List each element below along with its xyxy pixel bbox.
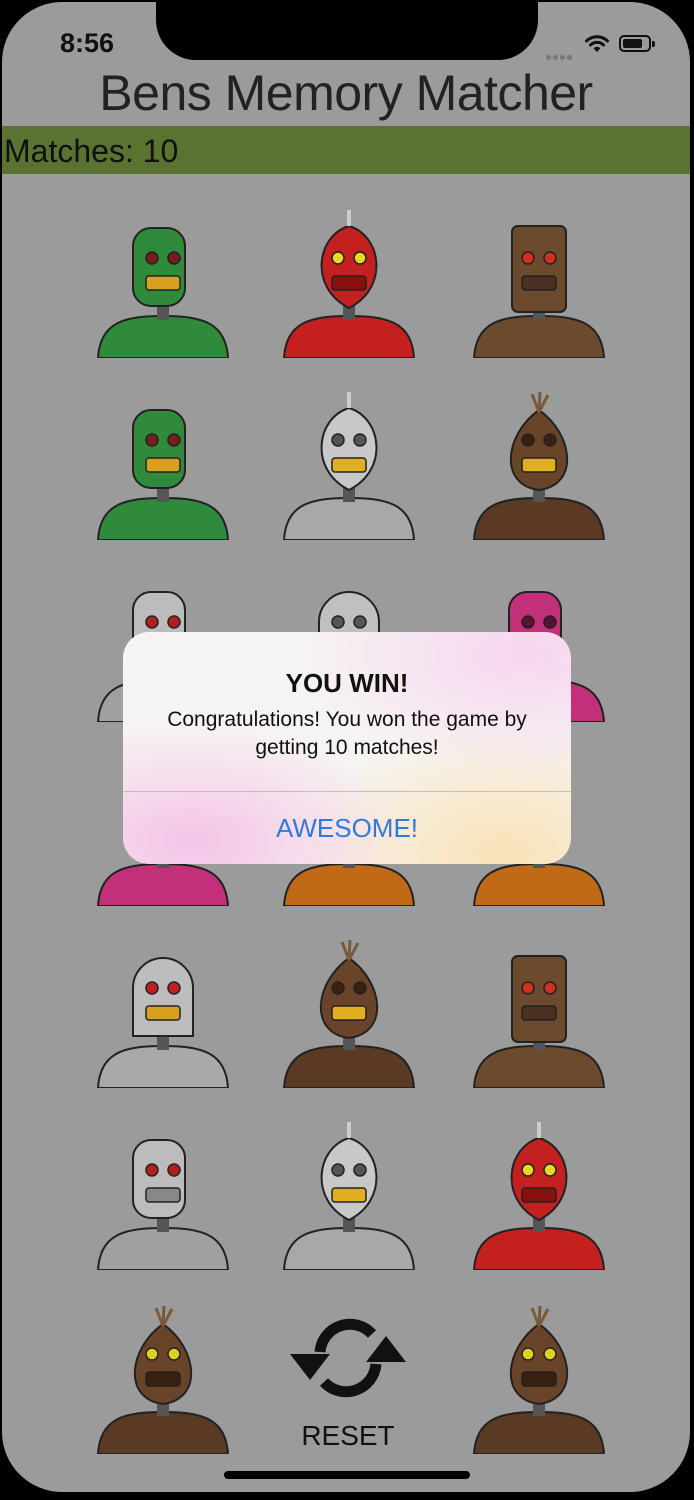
- brown-sprout-robot-image: [472, 1305, 606, 1454]
- card-brown-onion-robot[interactable]: [454, 390, 624, 540]
- red-robot-image: [282, 210, 416, 358]
- red-robot-image: [472, 1122, 606, 1270]
- card-brown-block-robot[interactable]: [454, 208, 624, 358]
- card-silver-spike-robot[interactable]: [264, 390, 434, 540]
- card-brown-sprout-robot[interactable]: [454, 1304, 624, 1454]
- brown-sprout-robot-image: [96, 1305, 230, 1454]
- matches-counter: Matches: 10: [4, 133, 179, 169]
- card-brown-onion-robot[interactable]: [264, 938, 434, 1088]
- awesome-button[interactable]: AWESOME!: [123, 792, 571, 864]
- brown-onion-robot-image: [472, 391, 606, 540]
- card-silver-spike-robot[interactable]: [264, 1120, 434, 1270]
- status-time: 8:56: [60, 28, 115, 58]
- reset-button[interactable]: RESET: [288, 1302, 408, 1462]
- home-indicator[interactable]: [224, 1471, 470, 1479]
- gray-visor-robot-image: [96, 957, 230, 1088]
- green-robot-image: [96, 227, 230, 358]
- brown-onion-robot-image: [282, 939, 416, 1088]
- notch: [156, 2, 538, 60]
- card-green-robot[interactable]: [78, 390, 248, 540]
- signal-icon: [546, 47, 574, 65]
- matches-bar: Matches: 10: [2, 126, 690, 174]
- phone-frame: 8:56 Bens Memory Matcher Matches: 10 RES…: [0, 0, 694, 1500]
- silver-spike-robot-image: [282, 1122, 416, 1270]
- card-green-robot[interactable]: [78, 208, 248, 358]
- silver-spike-robot-image: [282, 392, 416, 540]
- brown-block-robot-image: [472, 225, 606, 358]
- battery-icon: [619, 35, 655, 52]
- alert-title: YOU WIN!: [285, 668, 409, 698]
- battery-level: [623, 39, 643, 48]
- alert-message: Congratulations! You won the game by get…: [167, 708, 527, 759]
- card-red-robot[interactable]: [264, 208, 434, 358]
- green-robot-image: [96, 409, 230, 540]
- card-brown-sprout-robot[interactable]: [78, 1304, 248, 1454]
- gray-cyclops-robot-image: [96, 1139, 230, 1270]
- card-brown-block-robot[interactable]: [454, 938, 624, 1088]
- card-gray-visor-robot[interactable]: [78, 938, 248, 1088]
- win-alert-dialog: YOU WIN! Congratulations! You won the ga…: [123, 632, 571, 864]
- refresh-icon: [290, 1318, 406, 1398]
- brown-block-robot-image: [472, 955, 606, 1088]
- card-gray-cyclops-robot[interactable]: [78, 1120, 248, 1270]
- card-red-robot[interactable]: [454, 1120, 624, 1270]
- app-screen: 8:56 Bens Memory Matcher Matches: 10 RES…: [2, 2, 690, 1492]
- reset-label: RESET: [301, 1420, 395, 1451]
- app-title: Bens Memory Matcher: [99, 65, 593, 121]
- wifi-icon: [585, 35, 609, 52]
